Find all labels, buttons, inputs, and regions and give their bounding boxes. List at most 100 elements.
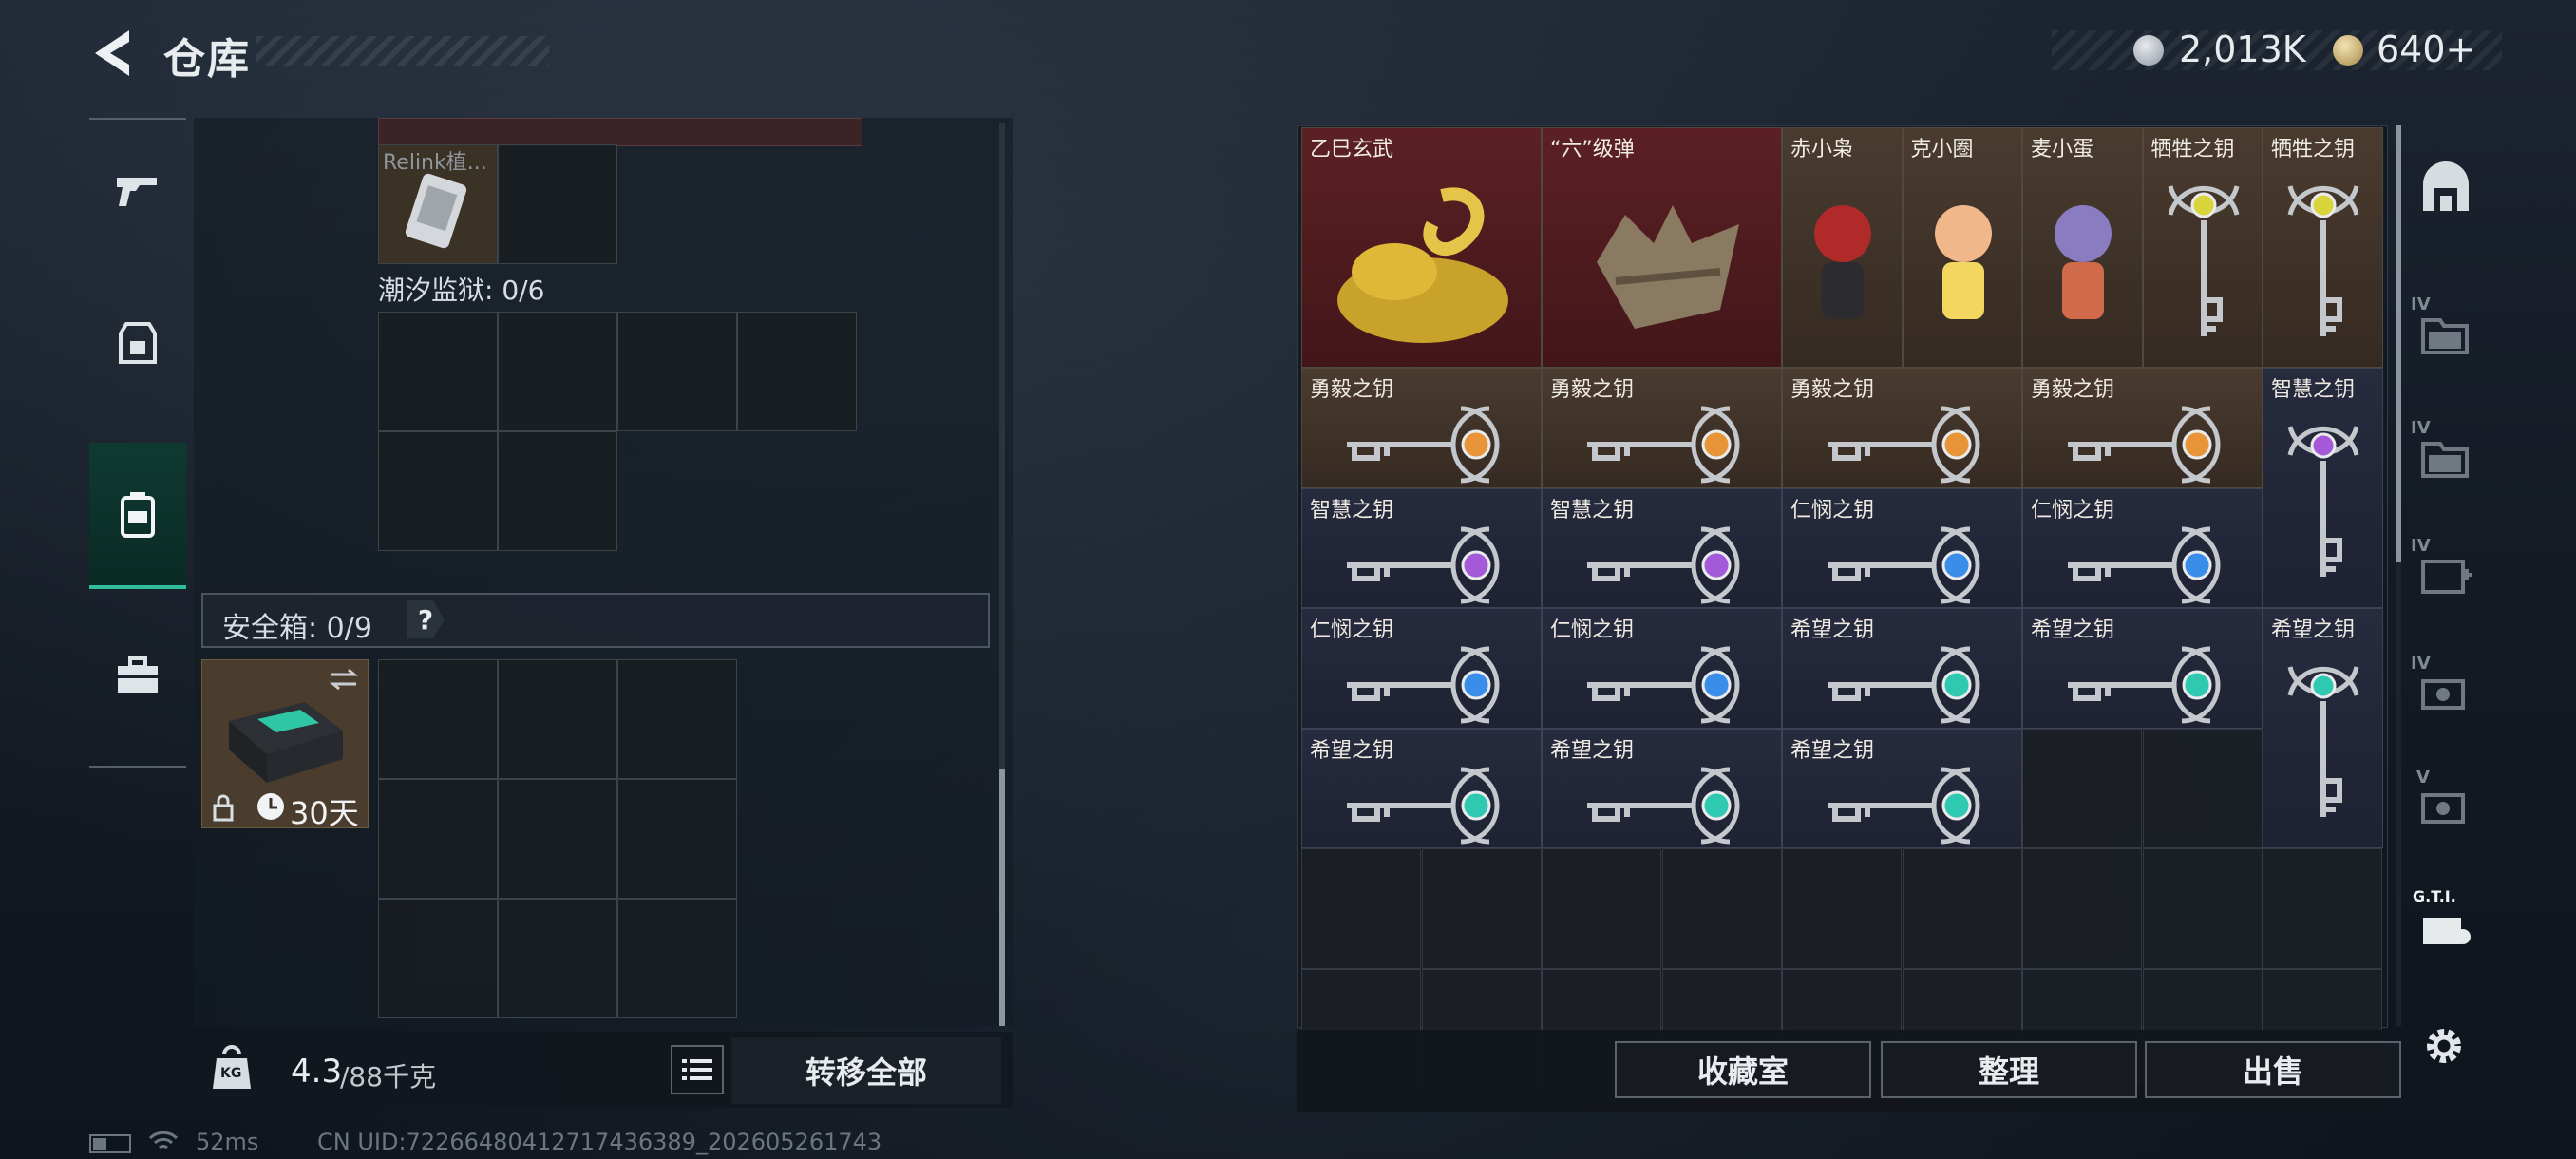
- storage-item[interactable]: 勇毅之钥: [1782, 368, 2022, 488]
- organize-button[interactable]: 整理: [1881, 1041, 2137, 1098]
- item-name: 克小圈: [1910, 138, 1974, 162]
- storage-item[interactable]: 希望之钥: [1301, 728, 1542, 848]
- left-scrollbar-thumb[interactable]: [999, 770, 1005, 1026]
- storage-item[interactable]: 希望之钥: [1782, 608, 2022, 729]
- gear-icon: [2427, 1029, 2461, 1063]
- empty-storage-slot[interactable]: [2142, 848, 2263, 969]
- empty-slot[interactable]: [498, 144, 617, 264]
- storage-category-nav: IV IV IV IV V G.T.I.: [2403, 120, 2489, 1022]
- empty-storage-slot[interactable]: [1661, 848, 1782, 969]
- document-item-icon: [405, 173, 467, 249]
- safe-box-item[interactable]: 30天: [201, 659, 369, 831]
- back-button[interactable]: [87, 27, 135, 80]
- nav-weapons[interactable]: [89, 120, 186, 262]
- safe-slot[interactable]: [378, 659, 498, 779]
- item-name: 牺牲之钥: [2150, 138, 2235, 162]
- storage-item[interactable]: 希望之钥: [1782, 728, 2022, 848]
- bullet-hand-statue-icon: [1596, 204, 1739, 329]
- safe-slot[interactable]: [498, 899, 617, 1018]
- swap-icon[interactable]: [330, 668, 358, 691]
- nav-backpack[interactable]: [89, 443, 186, 589]
- sell-button[interactable]: 出售: [2145, 1041, 2401, 1098]
- storage-item[interactable]: 赤小枭: [1782, 127, 1903, 368]
- storage-item[interactable]: 希望之钥: [1542, 728, 1782, 848]
- prison-slot[interactable]: [378, 312, 498, 431]
- storage-item[interactable]: 乙巳玄武: [1301, 127, 1542, 368]
- item-name: 希望之钥: [2031, 618, 2115, 642]
- storage-item[interactable]: 牺牲之钥: [2142, 127, 2263, 368]
- safe-slot[interactable]: [617, 779, 737, 899]
- storage-item[interactable]: 希望之钥: [2263, 608, 2383, 848]
- storage-item[interactable]: “六”级弹: [1542, 127, 1782, 368]
- empty-storage-slot[interactable]: [1782, 848, 1902, 969]
- empty-storage-slot[interactable]: [2263, 848, 2382, 969]
- key-icon: [1346, 406, 1499, 484]
- storage-scrollbar-thumb[interactable]: [2396, 125, 2401, 562]
- storage-tab-v[interactable]: V: [2403, 747, 2489, 861]
- item-name: 赤小枭: [1790, 138, 1854, 162]
- item-name: 勇毅之钥: [1790, 378, 1875, 402]
- storage-item[interactable]: 智慧之钥: [1301, 487, 1542, 608]
- storage-item[interactable]: 仁悯之钥: [2022, 487, 2263, 608]
- prison-slot[interactable]: [498, 312, 617, 431]
- empty-storage-slot[interactable]: [1301, 848, 1421, 969]
- storage-item[interactable]: 勇毅之钥: [1301, 368, 1542, 488]
- empty-storage-slot[interactable]: [2142, 728, 2263, 848]
- storage-tab-iv-1[interactable]: IV: [2403, 274, 2489, 388]
- figurine-icon: [2055, 204, 2112, 319]
- empty-storage-slot[interactable]: [1421, 848, 1542, 969]
- item-name: 智慧之钥: [2271, 378, 2356, 402]
- back-arrow-icon: [95, 30, 129, 76]
- storage-tab-gti[interactable]: G.T.I.: [2403, 868, 2489, 982]
- storage-item[interactable]: 勇毅之钥: [1542, 368, 1782, 488]
- storage-item[interactable]: 勇毅之钥: [2022, 368, 2263, 488]
- empty-storage-slot[interactable]: [1902, 848, 2022, 969]
- prison-slot[interactable]: [498, 431, 617, 551]
- storage-item[interactable]: 麦小蛋: [2022, 127, 2143, 368]
- key-icon: [1586, 406, 1739, 484]
- empty-storage-slot[interactable]: [2022, 728, 2142, 848]
- item-name: 勇毅之钥: [1550, 378, 1635, 402]
- storage-tab-iv-2[interactable]: IV: [2403, 397, 2489, 511]
- item-name: 仁悯之钥: [1790, 498, 1875, 522]
- safe-slot[interactable]: [617, 899, 737, 1018]
- safe-slot[interactable]: [498, 659, 617, 779]
- collection-room-button[interactable]: 收藏室: [1615, 1041, 1871, 1098]
- prison-slot[interactable]: [737, 312, 857, 431]
- storage-item[interactable]: 希望之钥: [2022, 608, 2263, 729]
- storage-item[interactable]: 仁悯之钥: [1542, 608, 1782, 729]
- safe-box-duration: 30天: [290, 795, 359, 831]
- safe-slot[interactable]: [498, 779, 617, 899]
- empty-storage-slot[interactable]: [2022, 848, 2142, 969]
- storage-item[interactable]: 仁悯之钥: [1782, 487, 2022, 608]
- storage-item[interactable]: 智慧之钥: [2263, 368, 2383, 608]
- storage-tab-all[interactable]: [2403, 131, 2489, 245]
- list-view-button[interactable]: [671, 1045, 724, 1094]
- safe-slot[interactable]: [378, 899, 498, 1018]
- storage-item[interactable]: 牺牲之钥: [2263, 127, 2383, 368]
- clock-icon: [257, 793, 284, 820]
- prison-slot[interactable]: [617, 312, 737, 431]
- gold-currency-value[interactable]: 640+: [2377, 28, 2475, 70]
- nav-equipment[interactable]: [89, 272, 186, 414]
- transfer-all-button[interactable]: 转移全部: [731, 1037, 1001, 1104]
- settings-button[interactable]: [2420, 1022, 2468, 1070]
- storage-item[interactable]: 仁悯之钥: [1301, 608, 1542, 729]
- storage-tab-iv-4[interactable]: IV: [2403, 633, 2489, 747]
- battery-icon: [89, 1134, 131, 1153]
- empty-storage-slot[interactable]: [1542, 848, 1661, 969]
- item-name: 智慧之钥: [1310, 498, 1394, 522]
- prison-slot[interactable]: [378, 431, 498, 551]
- key-icon: [1586, 767, 1739, 845]
- help-icon[interactable]: ?: [407, 600, 445, 638]
- relink-item-slot[interactable]: Relink植...: [378, 144, 498, 264]
- safe-slot[interactable]: [617, 659, 737, 779]
- safe-slot[interactable]: [378, 779, 498, 899]
- nav-toolbox[interactable]: [89, 604, 186, 747]
- item-name: 希望之钥: [1790, 738, 1875, 763]
- storage-tab-iv-3[interactable]: IV: [2403, 515, 2489, 629]
- storage-item[interactable]: 智慧之钥: [1542, 487, 1782, 608]
- storage-item[interactable]: 克小圈: [1902, 127, 2022, 368]
- tab-label: G.T.I.: [2413, 887, 2456, 905]
- item-name: 希望之钥: [2271, 618, 2356, 642]
